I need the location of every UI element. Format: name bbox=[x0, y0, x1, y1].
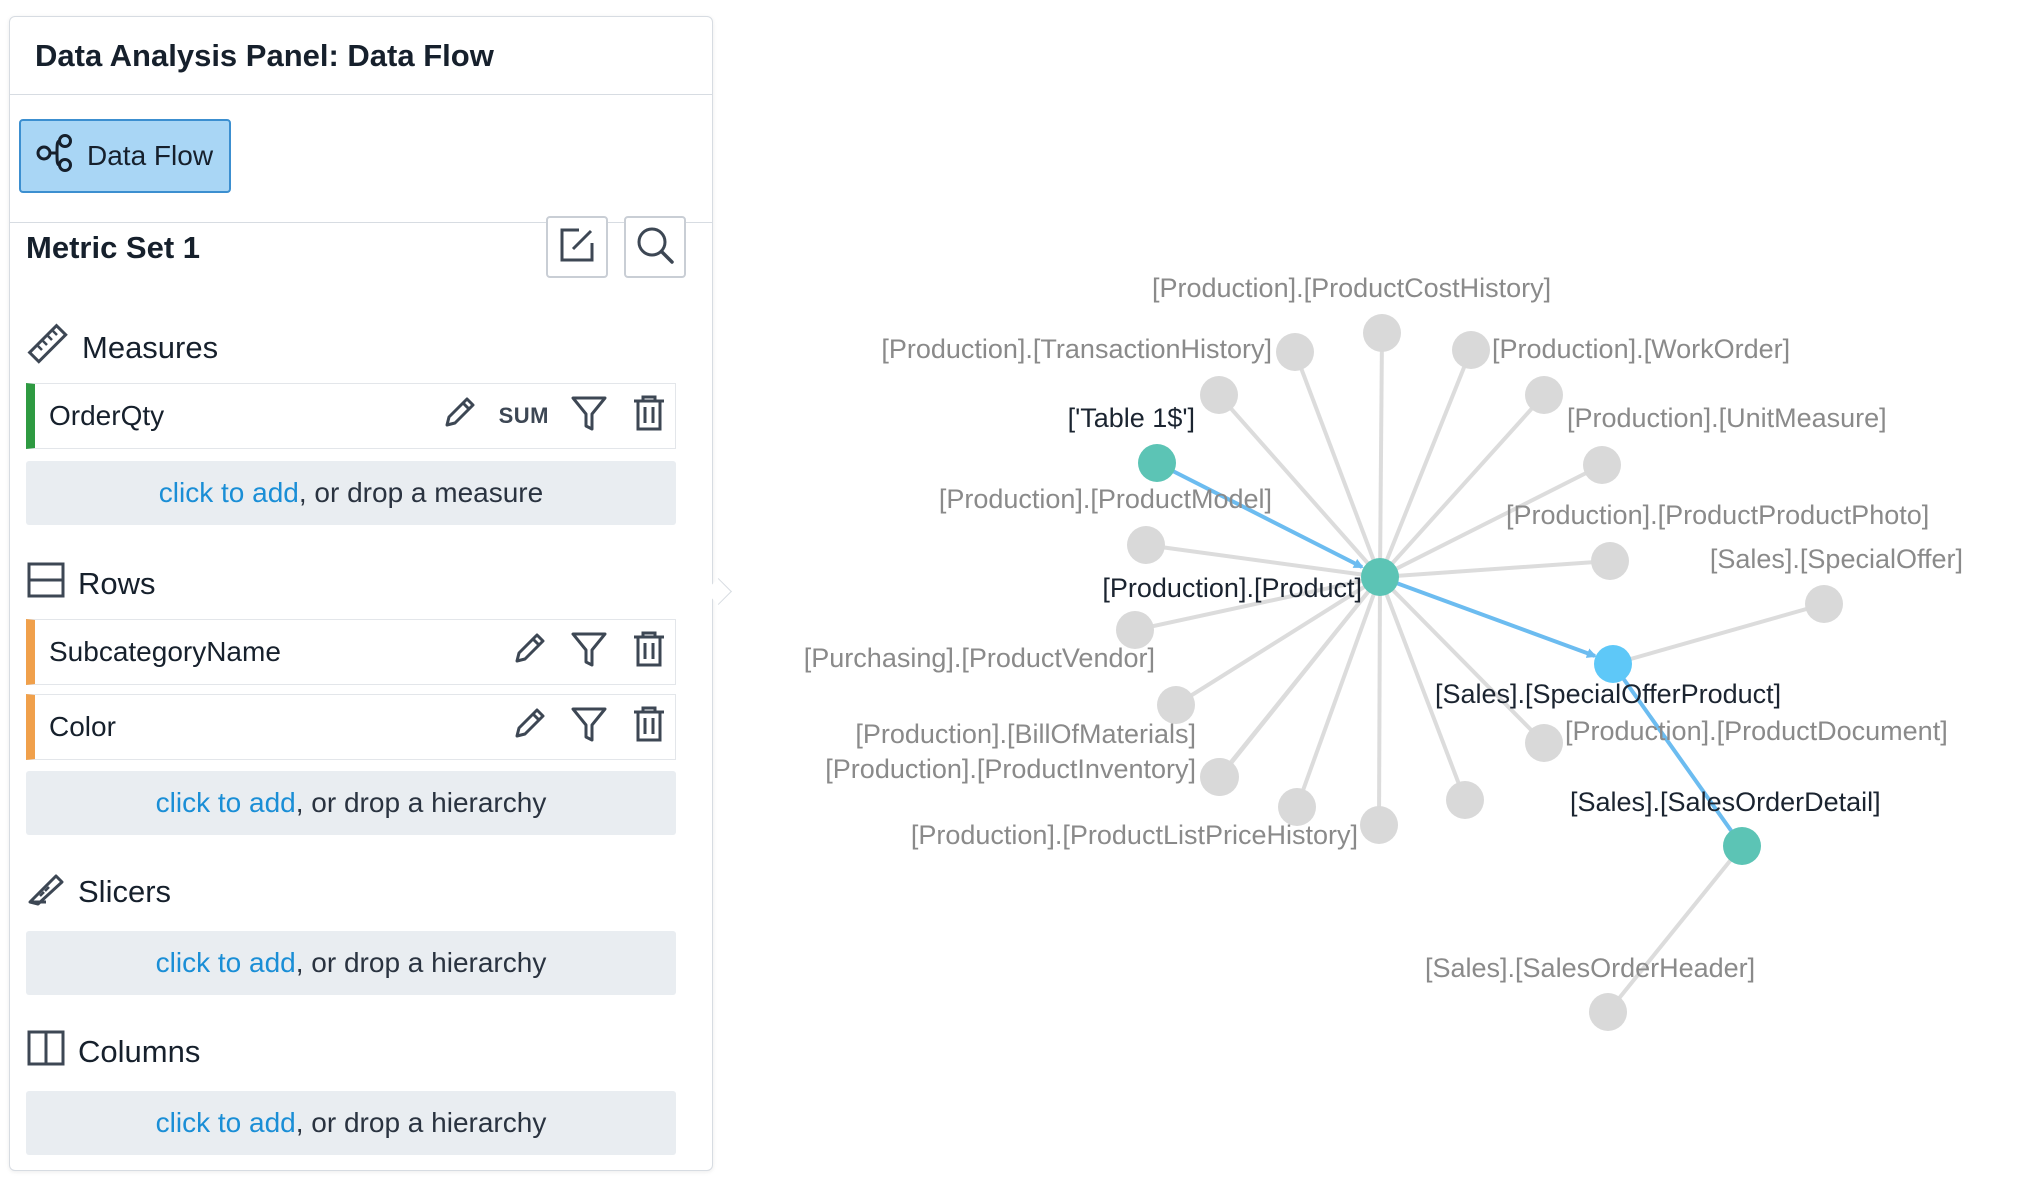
edge-product-to-specialofferproduct bbox=[1379, 575, 1597, 658]
label-sales_order_detail: [Sales].[SalesOrderDetail] bbox=[1570, 787, 1881, 817]
label-sales_order_header: [Sales].[SalesOrderHeader] bbox=[1425, 953, 1755, 983]
edge-work_order bbox=[1378, 349, 1473, 578]
edge-specialofferproduct-to-specialoffer bbox=[1612, 602, 1825, 666]
node-unit_measure[interactable] bbox=[1583, 446, 1621, 484]
edge-unlabeled bbox=[1295, 576, 1382, 808]
node-product[interactable] bbox=[1361, 558, 1399, 596]
node-table1[interactable] bbox=[1138, 444, 1176, 482]
label-transaction_history: [Production].[TransactionHistory] bbox=[881, 334, 1272, 364]
data-flow-graph[interactable]: ['Table 1$'] [Sales].[SpecialOfferProduct… bbox=[0, 0, 2042, 1196]
label-work_order: [Production].[WorkOrder] bbox=[1492, 334, 1790, 364]
node-product_list_price_history[interactable] bbox=[1360, 806, 1398, 844]
node-unlabeled[interactable] bbox=[1525, 376, 1563, 414]
node-sales_order_header[interactable] bbox=[1589, 993, 1627, 1031]
edge-salesorderdetail-to-salesorderheader bbox=[1606, 844, 1744, 1014]
label-product_document: [Production].[ProductDocument] bbox=[1565, 716, 1948, 746]
node-special_offer[interactable] bbox=[1805, 585, 1843, 623]
node-product_document[interactable] bbox=[1525, 724, 1563, 762]
label-product_inventory: [Production].[ProductInventory] bbox=[825, 754, 1196, 784]
edge-product_product_photo bbox=[1379, 559, 1611, 579]
edge-transaction_history bbox=[1293, 351, 1382, 578]
edge-product_document bbox=[1378, 575, 1546, 745]
label-product_list_price_history: [Production].[ProductListPriceHistory] bbox=[911, 820, 1358, 850]
node-transaction_history[interactable] bbox=[1276, 333, 1314, 371]
label-product_cost_history: [Production].[ProductCostHistory] bbox=[1152, 273, 1551, 303]
node-product_inventory[interactable] bbox=[1200, 758, 1238, 796]
node-product_cost_history[interactable] bbox=[1363, 314, 1401, 352]
label-special_offer_product: [Sales].[SpecialOfferProduct] bbox=[1435, 679, 1781, 709]
label-product_model: [Production].[ProductModel] bbox=[939, 484, 1272, 514]
label-product_vendor: [Purchasing].[ProductVendor] bbox=[804, 643, 1155, 673]
node-unlabeled[interactable] bbox=[1446, 781, 1484, 819]
node-product_model[interactable] bbox=[1127, 526, 1165, 564]
label-table1: ['Table 1$'] bbox=[1068, 403, 1195, 433]
label-product_product_photo: [Production].[ProductProductPhoto] bbox=[1506, 500, 1929, 530]
label-special_offer: [Sales].[SpecialOffer] bbox=[1710, 544, 1963, 574]
edge-product_list_price_history bbox=[1377, 576, 1382, 826]
node-sales_order_detail[interactable] bbox=[1723, 827, 1761, 865]
edge-product_cost_history bbox=[1378, 332, 1384, 578]
node-special_offer_product[interactable] bbox=[1594, 645, 1632, 683]
node-unlabeled[interactable] bbox=[1200, 376, 1238, 414]
label-unit_measure: [Production].[UnitMeasure] bbox=[1567, 403, 1887, 433]
label-product: [Production].[Product] bbox=[1102, 573, 1362, 603]
node-work_order[interactable] bbox=[1452, 331, 1490, 369]
node-product_product_photo[interactable] bbox=[1591, 542, 1629, 580]
edge-unlabeled bbox=[1378, 393, 1546, 579]
label-bill_of_materials: [Production].[BillOfMaterials] bbox=[855, 719, 1196, 749]
